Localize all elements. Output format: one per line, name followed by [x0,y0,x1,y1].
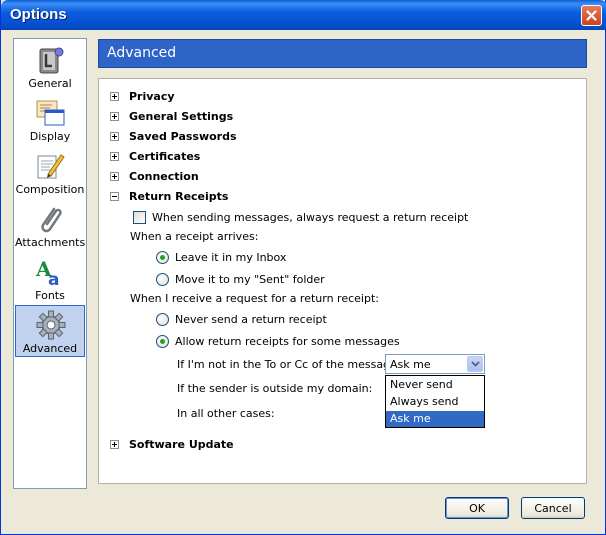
receive-request-label: When I receive a request for a return re… [130,291,379,305]
expand-icon[interactable] [110,151,119,161]
sidebar-item-label: Display [29,130,71,143]
sidebar-item-display[interactable]: Display [15,94,85,146]
leave-inbox-option[interactable]: Leave it in my Inbox [156,249,286,265]
tree-item-label: Return Receipts [129,189,229,203]
sidebar-item-advanced[interactable]: Advanced [15,305,85,357]
advanced-panel: Privacy General Settings Saved Passwords… [98,78,587,484]
svg-text:a: a [48,270,59,288]
select-value: Ask me [390,358,431,371]
dropdown-option-always-send[interactable]: Always send [386,394,484,410]
display-icon [36,100,65,126]
not-in-to-cc-label: If I'm not in the To or Cc of the messag… [177,357,401,371]
allow-some-option[interactable]: Allow return receipts for some messages [156,333,400,349]
expand-icon[interactable] [110,171,119,181]
move-sent-radio[interactable] [156,272,169,286]
tree-item-return-receipts[interactable]: Return Receipts [110,188,228,204]
sidebar-item-label: Composition [15,183,85,196]
sidebar-item-general[interactable]: General [15,41,85,93]
radio-label: Allow return receipts for some messages [175,334,400,348]
general-icon [39,47,64,74]
tree-item-label: Certificates [129,149,201,163]
sidebar-item-composition[interactable]: Composition [15,147,85,199]
all-other-cases-label: In all other cases: [177,406,275,420]
receipt-arrives-label: When a receipt arrives: [130,229,259,243]
dropdown-option-ask-me[interactable]: Ask me [386,411,484,427]
tree-item-general-settings[interactable]: General Settings [110,108,233,124]
sidebar-item-label: General [28,77,72,90]
expand-icon[interactable] [110,131,119,141]
tree-item-software-update[interactable]: Software Update [110,436,234,452]
tree-item-connection[interactable]: Connection [110,168,199,184]
always-request-receipt-row[interactable]: When sending messages, always request a … [133,209,468,225]
dropdown-option-never-send[interactable]: Never send [386,377,484,393]
tree-item-label: General Settings [129,109,234,123]
never-send-radio[interactable] [156,312,169,326]
checkbox-label: When sending messages, always request a … [152,210,469,224]
section-header: Advanced [98,39,587,68]
tree-item-label: Software Update [129,437,234,451]
composition-icon [37,154,65,179]
expand-icon[interactable] [110,91,119,101]
attachments-icon [41,207,62,233]
radio-label: Never send a return receipt [175,312,327,326]
always-request-receipt-checkbox[interactable] [133,210,146,224]
tree-item-saved-passwords[interactable]: Saved Passwords [110,128,237,144]
tree-item-privacy[interactable]: Privacy [110,88,175,104]
radio-label: Leave it in my Inbox [175,250,287,264]
allow-some-radio[interactable] [156,334,169,348]
sidebar-item-label: Advanced [22,342,78,355]
collapse-icon[interactable] [110,191,119,201]
category-sidebar: General Display Composition Attachments … [13,38,87,489]
not-in-to-cc-select[interactable]: Ask me [385,354,485,374]
window-title: Options [10,6,67,23]
section-title: Advanced [107,45,177,61]
move-sent-option[interactable]: Move it to my "Sent" folder [156,271,325,287]
leave-inbox-radio[interactable] [156,250,169,264]
never-send-option[interactable]: Never send a return receipt [156,311,327,327]
sidebar-item-label: Fonts [35,289,65,302]
advanced-icon [36,310,66,340]
options-window: Options General Display Composition Atta… [0,0,606,535]
radio-label: Move it to my "Sent" folder [175,272,325,286]
receipt-options-dropdown: Never send Always send Ask me [385,375,485,428]
close-button[interactable] [581,5,602,26]
sidebar-item-fonts[interactable]: A a Fonts [15,253,85,305]
tree-item-label: Saved Passwords [129,129,237,143]
outside-domain-label: If the sender is outside my domain: [177,381,373,395]
expand-icon[interactable] [110,439,119,449]
expand-icon[interactable] [110,111,119,121]
sidebar-item-attachments[interactable]: Attachments [15,200,85,252]
tree-item-label: Connection [129,169,199,183]
title-bar[interactable]: Options [1,0,606,30]
sidebar-item-label: Attachments [15,236,86,249]
close-icon [586,10,597,21]
tree-item-certificates[interactable]: Certificates [110,148,200,164]
dropdown-arrow-button[interactable] [467,356,483,372]
tree-item-label: Privacy [129,89,175,103]
ok-button[interactable]: OK [445,497,509,519]
cancel-button[interactable]: Cancel [521,497,585,519]
fonts-icon: A a [35,257,59,288]
chevron-down-icon [470,361,480,367]
